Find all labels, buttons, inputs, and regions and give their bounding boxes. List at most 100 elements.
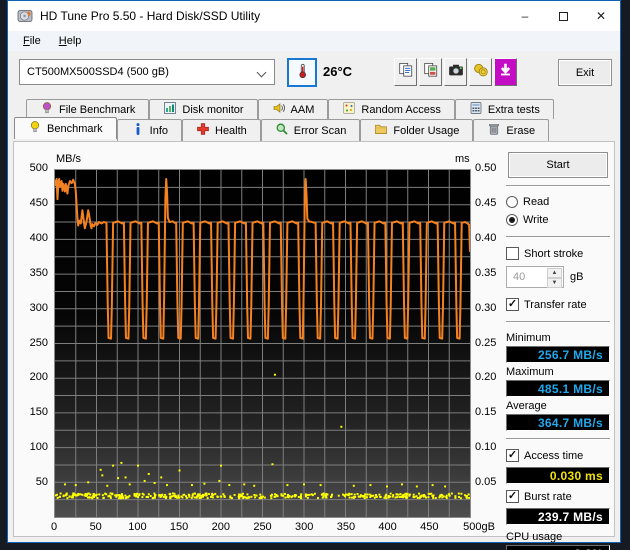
write-radio[interactable]	[506, 214, 518, 226]
tab-label: Disk monitor	[182, 104, 243, 116]
drive-select[interactable]: CT500MX500SSD4 (500 gB)	[19, 59, 275, 85]
tab-label: Erase	[506, 125, 535, 137]
maximum-label: Maximum	[506, 366, 610, 378]
tab-label: Health	[215, 125, 247, 137]
tab-error-scan[interactable]: Error Scan	[261, 119, 361, 141]
temperature-button[interactable]	[287, 58, 317, 87]
capacity-value: 40	[513, 271, 525, 283]
access-time-value: 0.030 ms	[506, 467, 610, 484]
toolbar: CT500MX500SSD4 (500 gB) 26°C Exit	[8, 51, 620, 96]
maximize-button[interactable]	[544, 2, 582, 31]
left-axis-tick: 250	[14, 337, 48, 349]
divider	[506, 185, 610, 187]
exit-button[interactable]: Exit	[558, 59, 612, 86]
left-axis-tick: 350	[14, 267, 48, 279]
capacity-row: 40 ▲▼ gB	[506, 266, 610, 288]
tab-erase[interactable]: Erase	[473, 119, 549, 141]
extra-tests-icon	[469, 101, 483, 118]
health-icon	[196, 122, 210, 139]
x-axis-tick: 450	[420, 521, 438, 533]
divider	[506, 321, 610, 323]
tab-info[interactable]: Info	[117, 119, 182, 141]
tab-label: Extra tests	[488, 104, 540, 116]
titlebar: HD Tune Pro 5.50 - Hard Disk/SSD Utility…	[8, 1, 620, 31]
transfer-rate-row[interactable]: ✓ Transfer rate	[506, 298, 610, 311]
tab-random-access[interactable]: Random Access	[328, 99, 454, 119]
short-stroke-row[interactable]: Short stroke	[506, 247, 610, 260]
write-radio-row[interactable]: Write	[506, 214, 610, 226]
app-logo-icon	[17, 8, 33, 24]
copy-text-icon	[398, 62, 414, 83]
stepper-arrows[interactable]: ▲▼	[547, 268, 562, 286]
benchmark-plot	[54, 169, 471, 518]
burst-rate-row[interactable]: ✓ Burst rate	[506, 490, 610, 503]
x-axis-tick: 0	[51, 521, 57, 533]
tab-extra-tests[interactable]: Extra tests	[455, 99, 554, 119]
x-axis-tick: 250	[253, 521, 271, 533]
thermometer-icon	[295, 63, 310, 83]
close-button[interactable]: ✕	[582, 2, 620, 31]
tab-strip: File Benchmark Disk monitor AAM Random Acce…	[8, 96, 620, 141]
access-time-row[interactable]: ✓ Access time	[506, 449, 610, 462]
x-axis-tick: 400	[378, 521, 396, 533]
screenshot-button[interactable]	[444, 58, 467, 86]
app-window: HD Tune Pro 5.50 - Hard Disk/SSD Utility…	[7, 0, 621, 543]
average-value: 364.7 MB/s	[506, 414, 610, 431]
tab-benchmark[interactable]: Benchmark	[14, 117, 117, 139]
minimize-button[interactable]: –	[506, 2, 544, 31]
tab-label: Folder Usage	[393, 125, 459, 137]
left-axis-tick: 50	[14, 476, 48, 488]
tab-aam[interactable]: AAM	[258, 99, 329, 119]
stepper-down-icon[interactable]: ▼	[547, 278, 562, 288]
screenshot-icon	[448, 62, 464, 83]
menu-item-help[interactable]: Help	[50, 33, 91, 49]
right-axis-tick: 0.40	[475, 232, 496, 244]
error-scan-icon	[275, 122, 289, 139]
donate-button[interactable]	[469, 58, 492, 86]
tab-folder-usage[interactable]: Folder Usage	[360, 119, 473, 141]
toolbar-buttons	[394, 58, 517, 86]
read-radio-row[interactable]: Read	[506, 196, 610, 208]
transfer-rate-label: Transfer rate	[524, 299, 587, 311]
tab-label: Random Access	[361, 104, 440, 116]
start-button[interactable]: Start	[508, 152, 608, 178]
short-stroke-checkbox[interactable]	[506, 247, 519, 260]
burst-rate-checkbox[interactable]: ✓	[506, 490, 519, 503]
access-time-checkbox[interactable]: ✓	[506, 449, 519, 462]
capacity-stepper[interactable]: 40 ▲▼	[506, 266, 564, 288]
menu-item-file[interactable]: File	[14, 33, 50, 49]
short-stroke-label: Short stroke	[524, 248, 583, 260]
left-axis-tick: 300	[14, 302, 48, 314]
info-icon	[131, 122, 145, 139]
write-label: Write	[523, 214, 548, 226]
right-axis-tick: 0.10	[475, 441, 496, 453]
cpu-usage-value: 9.2%	[506, 545, 610, 550]
left-axis-tick: 400	[14, 232, 48, 244]
left-axis-tick: 100	[14, 441, 48, 453]
tab-disk-monitor[interactable]: Disk monitor	[149, 99, 257, 119]
copy-text-button[interactable]	[394, 58, 417, 86]
download-button[interactable]	[494, 58, 517, 86]
stepper-up-icon[interactable]: ▲	[547, 268, 562, 278]
right-axis-tick: 0.35	[475, 267, 496, 279]
x-axis-tick: 200	[212, 521, 230, 533]
left-axis-tick: 500	[14, 162, 48, 174]
erase-icon	[487, 122, 501, 139]
cpu-usage-label: CPU usage	[506, 531, 610, 543]
tab-label: Benchmark	[47, 123, 103, 135]
x-axis-tick: 500gB	[463, 521, 495, 533]
transfer-rate-checkbox[interactable]: ✓	[506, 298, 519, 311]
download-icon	[498, 62, 513, 82]
copy-image-icon	[423, 62, 439, 83]
read-radio[interactable]	[506, 196, 518, 208]
minimum-value: 256.7 MB/s	[506, 346, 610, 363]
window-title: HD Tune Pro 5.50 - Hard Disk/SSD Utility	[40, 9, 506, 23]
left-axis-title: MB/s	[56, 153, 81, 165]
aam-icon	[272, 101, 286, 118]
read-label: Read	[523, 196, 549, 208]
right-axis-tick: 0.30	[475, 302, 496, 314]
tab-health[interactable]: Health	[182, 119, 261, 141]
tab-file-benchmark[interactable]: File Benchmark	[26, 99, 149, 119]
maximum-value: 485.1 MB/s	[506, 380, 610, 397]
copy-image-button[interactable]	[419, 58, 442, 86]
